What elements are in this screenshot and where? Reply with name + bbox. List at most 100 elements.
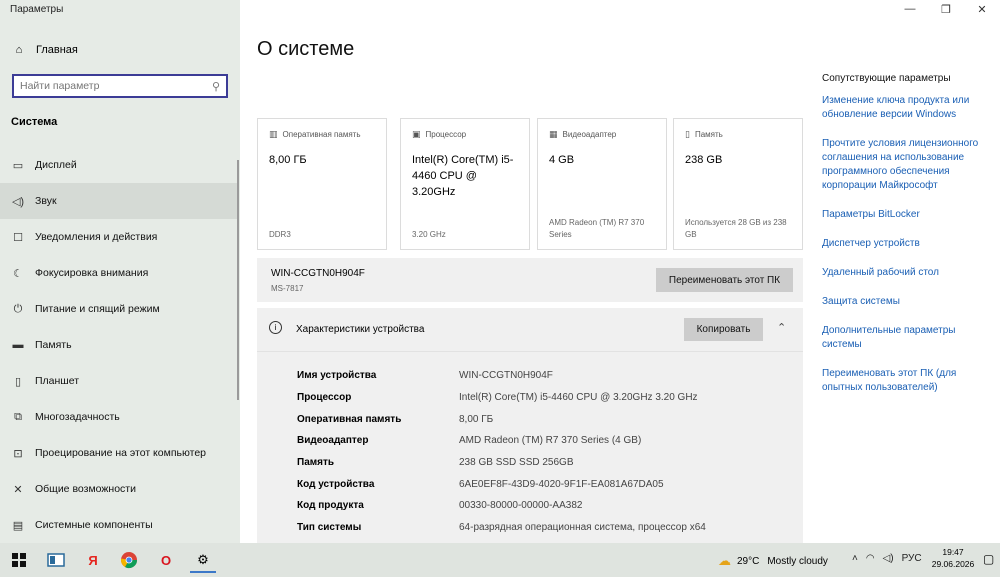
link-rename-advanced[interactable]: Переименовать этот ПК (для опытных польз… [822, 367, 992, 395]
notification-center-icon[interactable]: ▢ [983, 552, 994, 566]
shared-icon: ✕ [13, 483, 23, 496]
sidebar-item-label: Многозадачность [35, 411, 120, 423]
section-title: Система [11, 116, 58, 128]
search-icon[interactable]: ⚲ [212, 80, 220, 93]
card-title: Память [694, 130, 723, 139]
sidebar-item-focus[interactable]: ☾ Фокусировка внимания [0, 255, 238, 291]
link-bitlocker[interactable]: Параметры BitLocker [822, 208, 992, 222]
sidebar-item-projection[interactable]: ⊡ Проецирование на этот компьютер [0, 435, 238, 471]
taskbar-settings[interactable]: ⚙ [190, 547, 216, 573]
spec-key: Процессор [297, 392, 352, 403]
sidebar-item-components[interactable]: ▤ Системные компоненты [0, 507, 238, 543]
taskbar-chrome[interactable] [116, 547, 142, 573]
notification-icon: ☐ [13, 231, 23, 244]
speaker-icon: ◁) [11, 195, 25, 208]
display-icon: ▭ [12, 159, 24, 172]
spec-value: 6AE0EF8F-43D9-4020-9F1F-EA081A67DA05 [459, 479, 664, 490]
home-label: Главная [36, 44, 78, 56]
link-advanced-system[interactable]: Дополнительные параметры системы [822, 324, 992, 352]
chrome-icon [121, 552, 138, 569]
chevron-up-icon[interactable]: ⌃ [777, 321, 786, 334]
link-device-manager[interactable]: Диспетчер устройств [822, 237, 992, 251]
network-icon[interactable]: ◠ [866, 553, 875, 564]
spec-value: 00330-80000-00000-AA382 [459, 500, 583, 511]
projection-icon: ⊡ [13, 447, 23, 460]
sidebar-item-label: Память [35, 339, 72, 351]
opera-icon[interactable]: O [153, 547, 179, 573]
link-remote-desktop[interactable]: Удаленный рабочий стол [822, 266, 992, 280]
pc-name: WIN-CCGTN0H904F [271, 268, 365, 279]
card-sub: 3.20 GHz [412, 230, 446, 239]
sidebar-item-sound[interactable]: ◁) Звук [0, 183, 238, 219]
pc-name-bar: WIN-CCGTN0H904F MS-7817 Переименовать эт… [257, 258, 803, 302]
taskbar: Я O ⚙ ☁ 29°C Mostly cloudy ˄ ◠ ◁) РУС 19… [0, 543, 1000, 577]
file-explorer-icon [47, 553, 65, 567]
home-icon: ⌂ [15, 44, 23, 56]
close-button[interactable]: ✕ [964, 0, 1000, 18]
sidebar-item-display[interactable]: ▭ Дисплей [0, 147, 238, 183]
temperature: 29°C [737, 555, 760, 567]
card-header: ▥ Оперативная память [269, 129, 361, 140]
cpu-icon: ▣ [412, 129, 421, 139]
related-title: Сопутствующие параметры [822, 73, 951, 84]
spec-key: Имя устройства [297, 370, 377, 381]
card-value: 238 GB [685, 154, 723, 166]
minimize-button[interactable]: — [892, 0, 928, 18]
sidebar-item-label: Планшет [35, 375, 80, 387]
link-system-protection[interactable]: Защита системы [822, 295, 992, 309]
language-indicator[interactable]: РУС [902, 553, 922, 564]
search-box[interactable]: ⚲ [12, 74, 228, 98]
spec-row: Имя устройства WIN-CCGTN0H904F [297, 370, 553, 381]
card-title: Видеоадаптер [562, 130, 617, 139]
yandex-browser-icon[interactable]: Я [80, 547, 106, 573]
maximize-button[interactable]: ❐ [928, 0, 964, 18]
multitasking-icon: ⧉ [14, 410, 22, 423]
tablet-icon: ▯ [14, 375, 22, 388]
card-sub: Используется 28 GB из 238 GB [685, 218, 787, 239]
sidebar-item-notifications[interactable]: ☐ Уведомления и действия [0, 219, 238, 255]
link-license-terms[interactable]: Прочтите условия лицензионного соглашени… [822, 137, 992, 193]
specs-header[interactable]: i Характеристики устройства Копировать ⌃ [257, 308, 803, 352]
moon-icon: ☾ [13, 267, 23, 280]
cpu-card: ▣ Процессор Intel(R) Core(TM) i5-4460 CP… [400, 118, 530, 250]
spec-row: Код продукта 00330-80000-00000-AA382 [297, 500, 582, 511]
spec-value: 64-разрядная операционная система, проце… [459, 522, 706, 533]
sidebar-item-multitasking[interactable]: ⧉ Многозадачность [0, 399, 238, 435]
chevron-up-icon[interactable]: ˄ [852, 553, 858, 564]
spec-key: Память [297, 457, 335, 468]
card-title: Процессор [425, 130, 467, 139]
link-product-key[interactable]: Изменение ключа продукта или обновление … [822, 94, 992, 122]
sidebar-item-power[interactable]: ⏻ Питание и спящий режим [0, 291, 238, 327]
card-sub: DDR3 [269, 230, 291, 239]
start-button[interactable] [6, 547, 32, 573]
windows-icon [12, 553, 26, 567]
weather-widget[interactable]: ☁ 29°C Mostly cloudy [718, 553, 828, 569]
search-input[interactable] [20, 80, 212, 92]
clock-date: 29.06.2026 [931, 559, 975, 569]
spec-row: Процессор Intel(R) Core(TM) i5-4460 CPU … [297, 392, 698, 403]
spec-key: Оперативная память [297, 414, 402, 425]
sidebar-item-label: Проецирование на этот компьютер [35, 447, 206, 459]
ram-icon: ▥ [269, 129, 278, 139]
copy-button[interactable]: Копировать [684, 318, 763, 341]
weather-cloud-sun-icon: ☁ [718, 553, 731, 568]
rename-pc-button[interactable]: Переименовать этот ПК [656, 268, 793, 292]
sidebar-item-tablet[interactable]: ▯ Планшет [0, 363, 238, 399]
volume-icon[interactable]: ◁) [883, 553, 894, 564]
clock[interactable]: 19:47 29.06.2026 [930, 546, 976, 570]
sidebar-scrollbar[interactable] [237, 160, 239, 400]
sidebar-item-shared[interactable]: ✕ Общие возможности [0, 471, 238, 507]
disk-icon: ▯ [685, 129, 690, 139]
active-app-indicator [190, 571, 216, 573]
spec-key: Код устройства [297, 479, 375, 490]
sidebar-item-storage[interactable]: ▬ Память [0, 327, 238, 363]
gpu-icon: ▦ [549, 129, 558, 139]
home-link[interactable]: ⌂ Главная [11, 44, 78, 56]
gpu-card: ▦ Видеоадаптер 4 GB AMD Radeon (TM) R7 3… [537, 118, 667, 250]
taskbar-explorer[interactable] [43, 547, 69, 573]
system-tray: ˄ ◠ ◁) РУС [852, 553, 922, 564]
clock-time: 19:47 [942, 547, 964, 557]
sidebar-item-label: Общие возможности [35, 483, 136, 495]
storage-icon: ▬ [12, 339, 24, 351]
device-specs-panel: i Характеристики устройства Копировать ⌃… [257, 308, 803, 543]
